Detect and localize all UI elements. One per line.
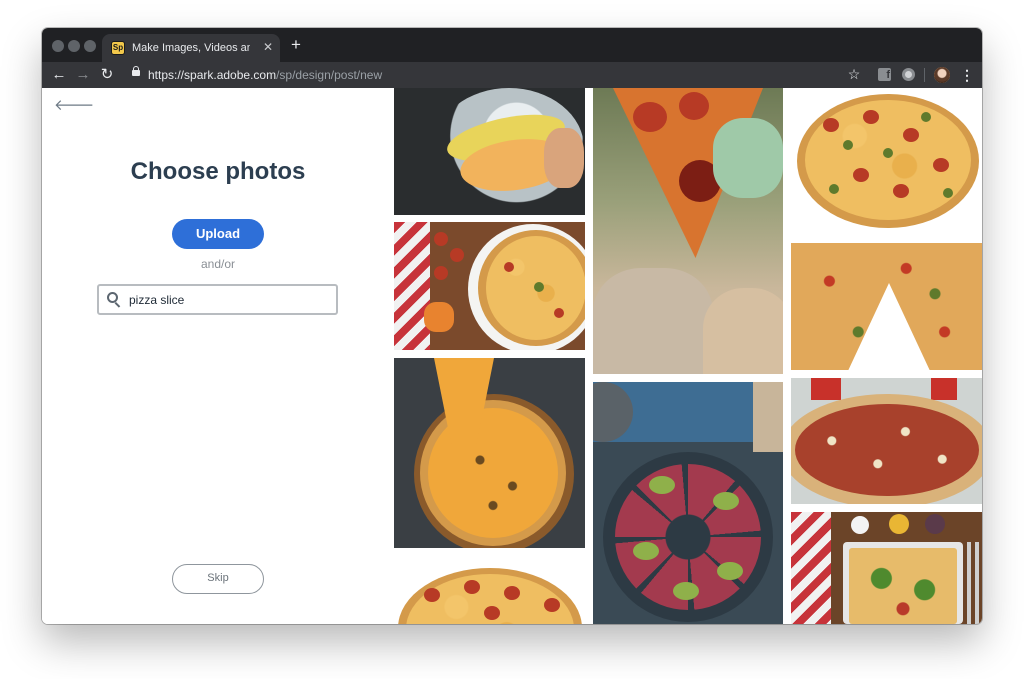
spark-favicon-icon: Sp [111, 41, 125, 55]
pizza-slice-stretch-photo[interactable] [593, 88, 783, 374]
lock-icon [132, 66, 140, 76]
back-button[interactable]: ← [50, 66, 68, 84]
circle-extension-icon[interactable] [902, 68, 915, 81]
browser-tab[interactable]: Sp Make Images, Videos and Web ✕ [102, 34, 280, 62]
minimize-window-dot[interactable] [68, 40, 80, 52]
search-value: pizza slice [129, 293, 185, 307]
tab-strip: Sp Make Images, Videos and Web ✕ + [42, 28, 982, 62]
search-icon [107, 292, 121, 308]
maximize-window-dot[interactable] [84, 40, 96, 52]
skip-button[interactable]: Skip [172, 564, 264, 594]
upload-button[interactable]: Upload [172, 219, 264, 249]
page-title: Choose photos [130, 158, 306, 185]
choose-photos-panel: 🡐 Choose photos Upload and/or pizza slic… [42, 88, 394, 624]
back-arrow-icon[interactable]: 🡐 [54, 98, 94, 114]
profile-avatar[interactable] [934, 67, 950, 83]
tab-title: Make Images, Videos and Web [132, 42, 250, 54]
avocado-pizza-slate-photo[interactable] [593, 382, 783, 624]
cut-pizza-missing-slice-photo[interactable] [791, 243, 982, 370]
facebook-icon[interactable]: f [878, 68, 891, 81]
new-tab-button[interactable]: + [288, 36, 304, 54]
photo-search-input[interactable]: pizza slice [97, 284, 338, 315]
melon-bowl-photo[interactable] [394, 88, 585, 215]
forward-button[interactable]: → [74, 66, 92, 84]
pizza-tray-arugula-photo[interactable] [791, 512, 982, 624]
page-content: 🡐 Choose photos Upload and/or pizza slic… [42, 88, 982, 624]
browser-window: Sp Make Images, Videos and Web ✕ + ← → ↻… [42, 28, 982, 624]
jalapeno-pepperoni-pizza-photo[interactable] [793, 88, 982, 238]
address-bar[interactable]: https://spark.adobe.com/sp/design/post/n… [126, 65, 836, 85]
deep-dish-pizza-photo[interactable] [791, 378, 982, 504]
close-window-dot[interactable] [52, 40, 64, 52]
bookmark-star-icon[interactable]: ☆ [846, 65, 862, 83]
browser-toolbar: ← → ↻ https://spark.adobe.com/sp/design/… [42, 62, 982, 88]
url-host: https://spark.adobe.com [148, 68, 277, 82]
andor-label: and/or [200, 257, 236, 271]
browser-menu-icon[interactable]: ⋮ [960, 66, 974, 84]
toolbar-divider [924, 68, 925, 82]
reload-button[interactable]: ↻ [98, 66, 116, 84]
url-text: https://spark.adobe.com/sp/design/post/n… [148, 67, 382, 83]
url-path: /sp/design/post/new [276, 68, 383, 82]
cheesy-pizza-hand-lift-photo[interactable] [394, 358, 585, 548]
pepperoni-pizza-bottom-photo[interactable] [394, 568, 585, 624]
tab-close-icon[interactable]: ✕ [262, 40, 274, 54]
pizza-table-spread-photo[interactable] [394, 222, 585, 350]
